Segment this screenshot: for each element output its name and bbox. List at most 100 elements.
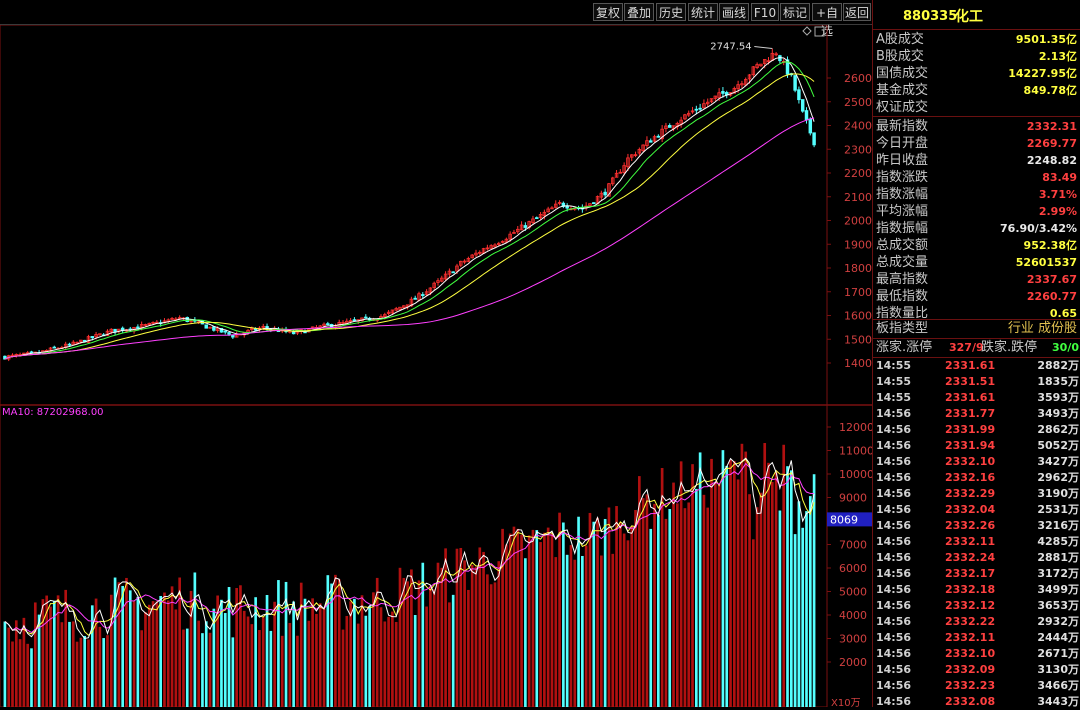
volume-bar xyxy=(303,598,307,707)
price-tick-label: 2300 xyxy=(844,143,872,156)
toolbar-button-1[interactable]: 叠加 xyxy=(624,3,654,21)
volume-bar xyxy=(147,604,151,707)
stat-value: 2.13亿 xyxy=(1038,50,1077,63)
volume-bar xyxy=(246,616,250,707)
stat-row: 指数涨跌 83.49 xyxy=(873,169,1080,186)
volume-bar xyxy=(356,623,360,707)
volume-bar xyxy=(410,569,413,707)
volume-bar xyxy=(581,555,584,707)
volume-bar xyxy=(634,509,637,707)
volume-bar xyxy=(463,560,466,707)
toolbar-button-6[interactable]: 标记 xyxy=(780,3,810,21)
volume-bar xyxy=(645,494,649,707)
volume-bar xyxy=(786,466,789,707)
toolbar-button-8[interactable]: 返回 xyxy=(843,3,871,21)
tick-volume: 5052万 xyxy=(1037,439,1079,452)
volume-bar xyxy=(197,620,200,707)
volume-bar xyxy=(778,510,782,707)
stat-row: 总成交量 52601537 xyxy=(873,254,1080,271)
tick-row: 14:56 2332.09 3130万 xyxy=(873,662,1080,678)
diamond-icon xyxy=(802,26,812,36)
volume-bar xyxy=(520,534,523,707)
tick-price: 2331.94 xyxy=(945,439,996,452)
stat-label: 权证成交 xyxy=(876,100,929,115)
volume-bar xyxy=(603,518,607,707)
price-tick-label: 2500 xyxy=(844,96,872,109)
volume-bar xyxy=(683,508,687,707)
tick-row: 14:56 2332.29 3190万 xyxy=(873,486,1080,502)
volume-bar xyxy=(185,628,189,707)
tick-price: 2332.04 xyxy=(945,503,996,516)
volume-bar xyxy=(774,472,778,707)
tick-volume: 2881万 xyxy=(1037,551,1079,564)
tick-volume: 2531万 xyxy=(1037,503,1079,516)
volume-bar xyxy=(292,601,295,707)
type-label: 板指类型 xyxy=(876,321,929,336)
toolbar-button-4[interactable]: 画线 xyxy=(719,3,749,21)
tick-price: 2331.61 xyxy=(945,391,996,404)
volume-cursor-value: 8069 xyxy=(830,513,858,526)
volume-bar xyxy=(79,637,83,707)
tick-row: 14:56 2332.26 3216万 xyxy=(873,518,1080,534)
stat-label: A股成交 xyxy=(876,32,924,47)
toolbar-button-3[interactable]: 统计 xyxy=(688,3,718,21)
tick-volume: 3466万 xyxy=(1037,679,1079,692)
toolbar-button-7[interactable]: +自选 xyxy=(812,3,842,38)
volume-bar xyxy=(125,577,128,707)
stat-row: 国债成交 14227.95亿 xyxy=(873,65,1080,82)
tick-price: 2332.22 xyxy=(945,615,996,628)
volume-bar xyxy=(383,621,387,707)
window-icon xyxy=(814,26,825,37)
volume-bar xyxy=(451,594,455,707)
stat-row: B股成交 2.13亿 xyxy=(873,48,1080,65)
stat-label: 指数涨幅 xyxy=(876,187,929,202)
volume-tick-label: 6000 xyxy=(839,562,867,575)
tick-volume: 2882万 xyxy=(1037,359,1079,372)
volume-bar xyxy=(524,558,527,707)
volume-bar xyxy=(182,629,185,707)
stat-value: 14227.95亿 xyxy=(1008,67,1077,80)
high-annotation-arrow xyxy=(754,46,773,50)
volume-bar xyxy=(789,470,793,707)
volume-bar xyxy=(440,567,444,707)
volume-bar xyxy=(311,598,314,707)
volume-bar xyxy=(26,643,30,707)
tick-time: 14:56 xyxy=(876,487,912,500)
volume-bar xyxy=(596,517,599,707)
volume-bar xyxy=(227,587,231,707)
volume-bar xyxy=(607,507,611,707)
tick-time: 14:56 xyxy=(876,663,912,676)
volume-bar xyxy=(265,594,269,707)
volume-bar xyxy=(159,595,162,707)
volume-bar xyxy=(687,502,691,707)
toolbar-button-2[interactable]: 历史 xyxy=(656,3,686,21)
tick-volume: 2671万 xyxy=(1037,647,1079,660)
stat-label: B股成交 xyxy=(876,49,924,64)
candle-body xyxy=(592,202,596,205)
volume-bar xyxy=(11,641,14,707)
volume-bar xyxy=(748,494,751,707)
price-tick-label: 1800 xyxy=(844,262,872,275)
volume-bar xyxy=(49,606,52,707)
tick-row: 14:56 2332.10 2671万 xyxy=(873,646,1080,662)
volume-bar xyxy=(60,622,64,707)
volume-bar xyxy=(364,615,368,707)
tick-price: 2332.10 xyxy=(945,455,996,468)
toolbar-button-0[interactable]: 复权 xyxy=(593,3,623,21)
volume-bar xyxy=(353,598,356,707)
tick-row: 14:56 2331.94 5052万 xyxy=(873,438,1080,454)
toolbar-button-5[interactable]: F10 xyxy=(751,3,779,21)
volume-bar xyxy=(801,527,805,707)
volume-bar xyxy=(14,620,18,707)
volume-bar xyxy=(71,621,75,707)
volume-bar xyxy=(672,482,675,707)
stat-value: 2260.77 xyxy=(1026,290,1077,303)
tick-volume: 3427万 xyxy=(1037,455,1079,468)
tick-price: 2332.17 xyxy=(945,567,996,580)
tick-time: 14:55 xyxy=(876,359,912,372)
candle-body xyxy=(421,294,425,296)
tick-volume: 3130万 xyxy=(1037,663,1079,676)
type-value: 行业 成份股 xyxy=(1007,321,1077,336)
volume-bar xyxy=(273,601,276,707)
volume-bar xyxy=(691,464,694,707)
